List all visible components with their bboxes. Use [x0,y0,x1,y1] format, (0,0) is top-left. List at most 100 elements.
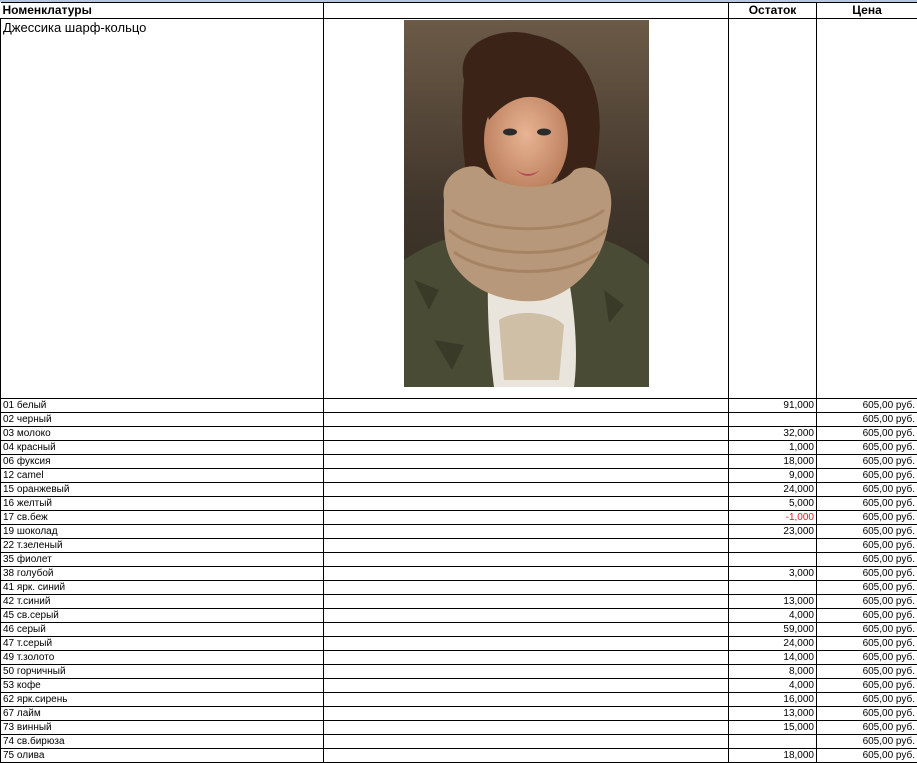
table-row: 12 camel 9,000605,00 руб. [1,469,917,483]
product-row: Джессика шарф-кольцо [1,19,917,399]
variant-photo-empty [324,427,729,441]
variant-stock: 13,000 [729,595,817,609]
variant-photo-empty [324,735,729,749]
variant-price: 605,00 руб. [817,735,917,749]
table-row: 42 т.синий13,000605,00 руб. [1,595,917,609]
variant-price: 605,00 руб. [817,609,917,623]
variant-stock: 23,000 [729,525,817,539]
variant-photo-empty [324,525,729,539]
table-row: 45 св.серый4,000605,00 руб. [1,609,917,623]
variant-photo-empty [324,567,729,581]
variant-price: 605,00 руб. [817,581,917,595]
variant-price: 605,00 руб. [817,399,917,413]
variant-name: 35 фиолет [1,553,324,567]
table-row: 49 т.золото 14,000605,00 руб. [1,651,917,665]
variant-stock [729,581,817,595]
variant-name: 73 винный [1,721,324,735]
variant-photo-empty [324,497,729,511]
variant-name: 03 молоко [1,427,324,441]
variant-name: 47 т.серый [1,637,324,651]
variant-price: 605,00 руб. [817,455,917,469]
variant-stock: 91,000 [729,399,817,413]
variant-price: 605,00 руб. [817,651,917,665]
table-row: 75 олива18,000605,00 руб. [1,749,917,763]
product-name: Джессика шарф-кольцо [1,19,324,399]
variant-price: 605,00 руб. [817,637,917,651]
variant-stock: 5,000 [729,497,817,511]
variant-photo-empty [324,693,729,707]
table-row: 62 ярк.сирень16,000605,00 руб. [1,693,917,707]
variant-name: 19 шоколад [1,525,324,539]
variant-name: 16 желтый [1,497,324,511]
product-photo [404,20,649,387]
variant-name: 17 св.беж [1,511,324,525]
variant-stock: 59,000 [729,623,817,637]
table-row: 74 св.бирюза605,00 руб. [1,735,917,749]
variant-stock [729,413,817,427]
variant-name: 49 т.золото [1,651,324,665]
variant-name: 12 camel [1,469,324,483]
variant-stock: 1,000 [729,441,817,455]
variant-price: 605,00 руб. [817,553,917,567]
variant-price: 605,00 руб. [817,483,917,497]
variant-photo-empty [324,469,729,483]
variant-stock: 9,000 [729,469,817,483]
variant-stock: 14,000 [729,651,817,665]
price-list-table: Номенклатуры Остаток Цена Джессика шарф-… [0,2,917,763]
table-row: 01 белый91,000605,00 руб. [1,399,917,413]
model-photo-icon [404,20,649,387]
variant-photo-empty [324,609,729,623]
variant-stock [729,539,817,553]
header-photo [324,3,729,19]
variant-stock [729,735,817,749]
variant-photo-empty [324,455,729,469]
variant-stock: 24,000 [729,483,817,497]
table-row: 17 св.беж -1,000605,00 руб. [1,511,917,525]
variant-price: 605,00 руб. [817,469,917,483]
table-row: 19 шоколад23,000605,00 руб. [1,525,917,539]
table-row: 38 голубой3,000605,00 руб. [1,567,917,581]
variant-name: 50 горчичный [1,665,324,679]
variant-photo-empty [324,749,729,763]
variant-name: 46 серый [1,623,324,637]
variant-name: 06 фуксия [1,455,324,469]
product-price-empty [817,19,917,399]
variant-stock: 18,000 [729,455,817,469]
variant-photo-empty [324,707,729,721]
variant-price: 605,00 руб. [817,679,917,693]
table-row: 67 лайм13,000605,00 руб. [1,707,917,721]
table-row: 16 желтый5,000605,00 руб. [1,497,917,511]
variant-photo-empty [324,581,729,595]
variant-name: 02 черный [1,413,324,427]
variant-price: 605,00 руб. [817,623,917,637]
variant-stock [729,553,817,567]
variant-stock: 3,000 [729,567,817,581]
product-photo-cell [324,19,729,399]
table-row: 47 т.серый24,000605,00 руб. [1,637,917,651]
variant-photo-empty [324,553,729,567]
table-row: 50 горчичный8,000605,00 руб. [1,665,917,679]
product-stock-empty [729,19,817,399]
variant-stock: 8,000 [729,665,817,679]
variant-stock: 4,000 [729,609,817,623]
variant-name: 41 ярк. синий [1,581,324,595]
variant-price: 605,00 руб. [817,441,917,455]
header-nomenclature: Номенклатуры [1,3,324,19]
variant-photo-empty [324,595,729,609]
table-row: 73 винный15,000605,00 руб. [1,721,917,735]
variant-stock: -1,000 [729,511,817,525]
table-row: 02 черный605,00 руб. [1,413,917,427]
variant-price: 605,00 руб. [817,511,917,525]
variant-stock: 32,000 [729,427,817,441]
variant-stock: 4,000 [729,679,817,693]
variant-photo-empty [324,637,729,651]
variant-stock: 15,000 [729,721,817,735]
table-row: 46 серый 59,000605,00 руб. [1,623,917,637]
variant-stock: 13,000 [729,707,817,721]
variant-photo-empty [324,511,729,525]
variant-price: 605,00 руб. [817,749,917,763]
table-row: 41 ярк. синий 605,00 руб. [1,581,917,595]
variant-name: 04 красный [1,441,324,455]
table-row: 53 кофе4,000605,00 руб. [1,679,917,693]
variant-name: 67 лайм [1,707,324,721]
